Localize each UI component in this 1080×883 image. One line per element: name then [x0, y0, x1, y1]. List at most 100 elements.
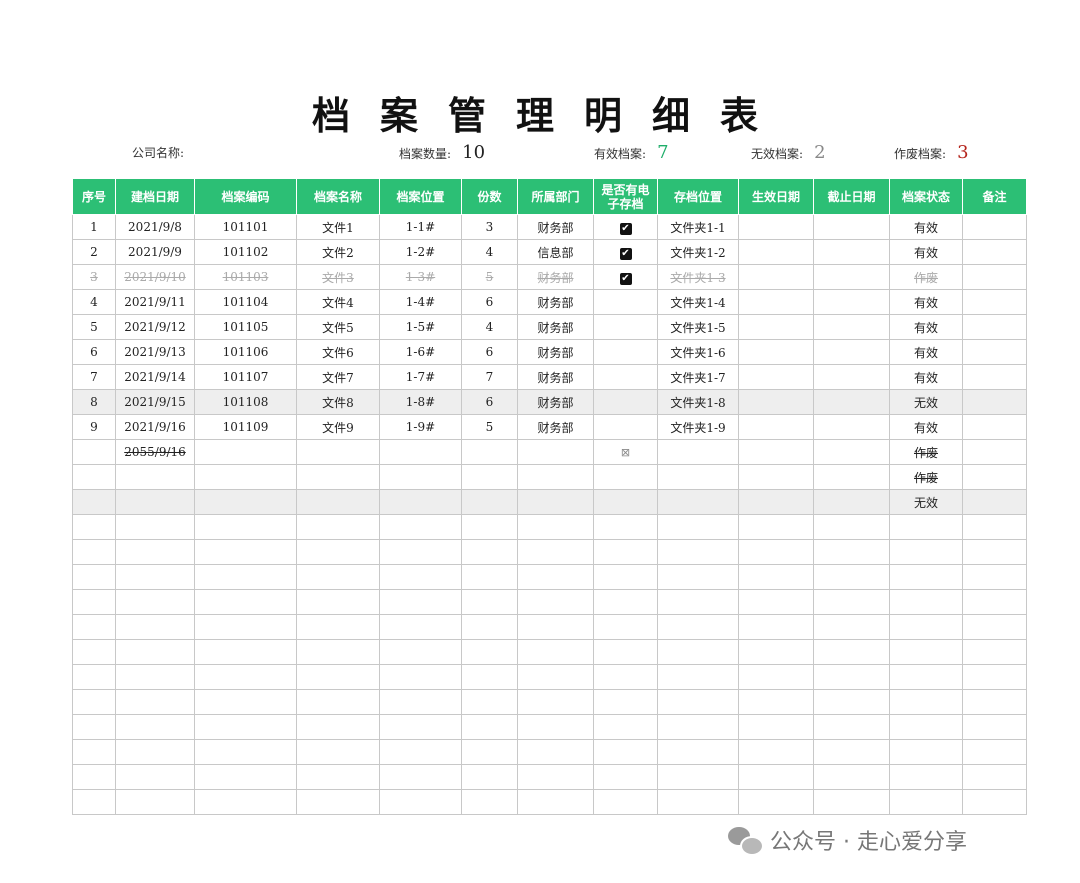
cell-expiry [813, 264, 890, 290]
empty-cell [115, 614, 195, 640]
cell-archive: 文件夹1-4 [657, 289, 739, 315]
empty-cell [813, 714, 890, 740]
empty-cell [962, 689, 1027, 715]
cell-no: 8 [72, 389, 116, 415]
table-row: 8 2021/9/15 101108 文件8 1-8# 6 财务部 文件夹1-8 无效 [72, 389, 1027, 415]
empty-cell [593, 564, 658, 590]
cell-date [115, 464, 195, 490]
empty-cell [738, 764, 814, 790]
table-row: 6 2021/9/13 101106 文件6 1-6# 6 财务部 文件夹1-6 有效 [72, 339, 1027, 365]
cell-name: 文件9 [296, 414, 380, 440]
cell-no: 7 [72, 364, 116, 390]
page-title: 档案管理明细表 [311, 93, 788, 138]
empty-cell [813, 564, 890, 590]
cell-note [962, 339, 1027, 365]
cell-effective [738, 389, 814, 415]
cell-effective [738, 364, 814, 390]
empty-cell [296, 789, 380, 815]
empty-cell [962, 789, 1027, 815]
cell-dept [517, 439, 594, 465]
empty-row [72, 764, 1027, 790]
cell-copies: 5 [461, 264, 518, 290]
cell-copies: 5 [461, 414, 518, 440]
empty-cell [593, 514, 658, 540]
empty-cell [657, 589, 739, 615]
empty-cell [461, 664, 518, 690]
checkbox-unchecked-icon[interactable]: ⊠ [621, 446, 630, 459]
checkbox-checked-icon[interactable]: ✔ [619, 272, 632, 285]
watermark-text: 公众号 · 走心爱分享 [770, 830, 967, 855]
cell-code: 101102 [194, 239, 297, 265]
empty-row [72, 664, 1027, 690]
empty-cell [593, 739, 658, 765]
empty-cell [379, 664, 462, 690]
cell-archive [657, 489, 739, 515]
cell-copies: 4 [461, 239, 518, 265]
empty-cell [889, 639, 963, 665]
valid-field: 有效档案: 7 [594, 142, 669, 163]
cell-copies: 3 [461, 214, 518, 240]
cell-archive: 文件夹1-7 [657, 364, 739, 390]
empty-cell [889, 614, 963, 640]
cell-name: 文件6 [296, 339, 380, 365]
column-header: 档案名称 [296, 178, 380, 215]
cell-code: 101108 [194, 389, 297, 415]
empty-cell [962, 714, 1027, 740]
cell-no: 5 [72, 314, 116, 340]
cell-copies: 6 [461, 339, 518, 365]
empty-cell [738, 589, 814, 615]
cell-copies: 4 [461, 314, 518, 340]
cell-note [962, 414, 1027, 440]
empty-cell [194, 789, 297, 815]
empty-cell [962, 739, 1027, 765]
cell-name: 文件3 [296, 264, 380, 290]
empty-cell [889, 589, 963, 615]
summary-bar: 公司名称: 档案数量: 10 有效档案: 7 无效档案: 2 作废档案: 3 [0, 142, 1080, 168]
cell-name [296, 439, 380, 465]
empty-cell [889, 789, 963, 815]
table-row: 5 2021/9/12 101105 文件5 1-5# 4 财务部 文件夹1-5 有效 [72, 314, 1027, 340]
cell-status: 无效 [889, 489, 963, 515]
empty-cell [379, 564, 462, 590]
table-row: 2055/9/16 ⊠ 作废 [72, 439, 1027, 465]
checkbox-checked-icon[interactable]: ✔ [619, 247, 632, 260]
empty-cell [461, 539, 518, 565]
checkbox-checked-icon[interactable]: ✔ [619, 222, 632, 235]
empty-cell [72, 539, 116, 565]
cell-loc [379, 489, 462, 515]
cell-dept: 财务部 [517, 214, 594, 240]
cell-expiry [813, 214, 890, 240]
cell-electronic [593, 289, 658, 315]
empty-cell [657, 564, 739, 590]
cell-electronic [593, 464, 658, 490]
cell-effective [738, 289, 814, 315]
cell-expiry [813, 489, 890, 515]
cell-status: 有效 [889, 339, 963, 365]
table-row: 无效 [72, 489, 1027, 515]
count-label: 档案数量: [399, 147, 452, 161]
empty-row [72, 514, 1027, 540]
empty-cell [593, 539, 658, 565]
cell-dept [517, 489, 594, 515]
empty-cell [593, 664, 658, 690]
empty-cell [962, 589, 1027, 615]
empty-cell [657, 614, 739, 640]
empty-cell [889, 714, 963, 740]
empty-cell [115, 689, 195, 715]
cell-date: 2055/9/16 [115, 439, 195, 465]
cell-expiry [813, 339, 890, 365]
cell-electronic [593, 339, 658, 365]
empty-cell [194, 639, 297, 665]
cell-archive: 文件夹1-1 [657, 214, 739, 240]
empty-cell [813, 589, 890, 615]
empty-cell [738, 664, 814, 690]
empty-cell [738, 689, 814, 715]
empty-cell [962, 664, 1027, 690]
empty-cell [657, 664, 739, 690]
empty-cell [962, 639, 1027, 665]
empty-cell [194, 764, 297, 790]
empty-cell [115, 639, 195, 665]
empty-cell [813, 514, 890, 540]
empty-cell [115, 789, 195, 815]
empty-cell [657, 514, 739, 540]
